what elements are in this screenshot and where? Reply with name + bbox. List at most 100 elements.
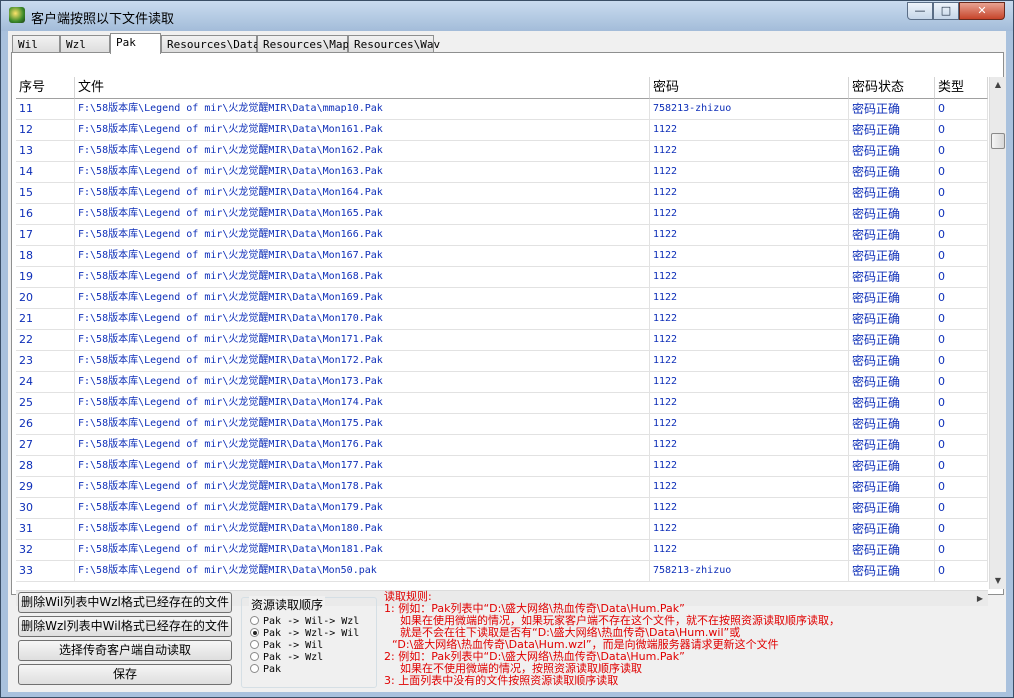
- cell-type: 0: [935, 351, 988, 372]
- cell-password-status: 密码正确: [849, 435, 935, 456]
- table-row[interactable]: 28 F:\58版本库\Legend of mir\火龙觉醒MIR\Data\Mo…: [16, 456, 988, 477]
- table-row[interactable]: 30 F:\58版本库\Legend of mir\火龙觉醒MIR\Data\Mo…: [16, 498, 988, 519]
- table-row[interactable]: 24 F:\58版本库\Legend of mir\火龙觉醒MIR\Data\Mo…: [16, 372, 988, 393]
- vertical-scrollbar[interactable]: ▲ ▼: [989, 77, 1006, 589]
- scroll-up-arrow-icon[interactable]: ▲: [990, 77, 1006, 93]
- cell-password: 758213-zhizuo: [650, 561, 849, 582]
- cell-index: 26: [16, 414, 75, 435]
- table-row[interactable]: 25 F:\58版本库\Legend of mir\火龙觉醒MIR\Data\Mo…: [16, 393, 988, 414]
- read-order-option-2[interactable]: Pak -> Wzl-> Wil: [250, 628, 359, 640]
- table-row[interactable]: 33 F:\58版本库\Legend of mir\火龙觉醒MIR\Data\Mo…: [16, 561, 988, 582]
- table-row[interactable]: 14 F:\58版本库\Legend of mir\火龙觉醒MIR\Data\Mo…: [16, 162, 988, 183]
- read-order-option-3[interactable]: Pak -> Wil: [250, 640, 323, 652]
- table-row[interactable]: 32 F:\58版本库\Legend of mir\火龙觉醒MIR\Data\Mo…: [16, 540, 988, 561]
- cell-file: F:\58版本库\Legend of mir\火龙觉醒MIR\Data\Mon1…: [75, 519, 650, 540]
- cell-file: F:\58版本库\Legend of mir\火龙觉醒MIR\Data\Mon1…: [75, 330, 650, 351]
- choose-client-button[interactable]: 选择传奇客户端自动读取: [18, 640, 232, 661]
- tab-resources-data[interactable]: Resources\Data: [161, 35, 260, 53]
- column-header-index[interactable]: 序号: [16, 77, 75, 99]
- table-row[interactable]: 12 F:\58版本库\Legend of mir\火龙觉醒MIR\Data\Mo…: [16, 120, 988, 141]
- cell-password: 1122: [650, 120, 849, 141]
- cell-file: F:\58版本库\Legend of mir\火龙觉醒MIR\Data\Mon1…: [75, 162, 650, 183]
- tab-resources-wav[interactable]: Resources\Wav: [348, 35, 440, 53]
- table-row[interactable]: 13 F:\58版本库\Legend of mir\火龙觉醒MIR\Data\Mo…: [16, 141, 988, 162]
- maximize-button[interactable]: □: [933, 2, 959, 20]
- cell-index: 11: [16, 99, 75, 120]
- table-row[interactable]: 21 F:\58版本库\Legend of mir\火龙觉醒MIR\Data\Mo…: [16, 309, 988, 330]
- table-row[interactable]: 17 F:\58版本库\Legend of mir\火龙觉醒MIR\Data\Mo…: [16, 225, 988, 246]
- cell-file: F:\58版本库\Legend of mir\火龙觉醒MIR\Data\Mon1…: [75, 267, 650, 288]
- cell-file: F:\58版本库\Legend of mir\火龙觉醒MIR\Data\Mon1…: [75, 309, 650, 330]
- cell-type: 0: [935, 372, 988, 393]
- cell-password-status: 密码正确: [849, 120, 935, 141]
- cell-type: 0: [935, 183, 988, 204]
- table-row[interactable]: 26 F:\58版本库\Legend of mir\火龙觉醒MIR\Data\Mo…: [16, 414, 988, 435]
- cell-password: 1122: [650, 435, 849, 456]
- tab-wzl[interactable]: Wzl: [60, 35, 110, 53]
- delete-wil-duplicates-button[interactable]: 删除Wil列表中Wzl格式已经存在的文件: [18, 592, 232, 613]
- table-row[interactable]: 20 F:\58版本库\Legend of mir\火龙觉醒MIR\Data\Mo…: [16, 288, 988, 309]
- cell-type: 0: [935, 288, 988, 309]
- radio-selected-icon: [250, 628, 259, 637]
- cell-password-status: 密码正确: [849, 204, 935, 225]
- close-button[interactable]: ✕: [959, 2, 1005, 20]
- cell-file: F:\58版本库\Legend of mir\火龙觉醒MIR\Data\Mon1…: [75, 246, 650, 267]
- table-row[interactable]: 22 F:\58版本库\Legend of mir\火龙觉醒MIR\Data\Mo…: [16, 330, 988, 351]
- column-header-password-status[interactable]: 密码状态: [849, 77, 935, 99]
- save-button[interactable]: 保存: [18, 664, 232, 685]
- delete-wzl-duplicates-button[interactable]: 删除Wzl列表中Wil格式已经存在的文件: [18, 616, 232, 637]
- cell-file: F:\58版本库\Legend of mir\火龙觉醒MIR\Data\mmap…: [75, 99, 650, 120]
- cell-index: 20: [16, 288, 75, 309]
- cell-type: 0: [935, 393, 988, 414]
- table-row[interactable]: 27 F:\58版本库\Legend of mir\火龙觉醒MIR\Data\Mo…: [16, 435, 988, 456]
- cell-password-status: 密码正确: [849, 99, 935, 120]
- column-header-file[interactable]: 文件: [75, 77, 650, 99]
- cell-password-status: 密码正确: [849, 267, 935, 288]
- cell-file: F:\58版本库\Legend of mir\火龙觉醒MIR\Data\Mon1…: [75, 351, 650, 372]
- cell-index: 30: [16, 498, 75, 519]
- scroll-right-arrow-icon[interactable]: ▶: [972, 591, 988, 607]
- cell-type: 0: [935, 204, 988, 225]
- read-order-option-1[interactable]: Pak -> Wil-> Wzl: [250, 616, 359, 628]
- read-order-option-4[interactable]: Pak -> Wzl: [250, 652, 323, 664]
- cell-password: 1122: [650, 162, 849, 183]
- tab-pak[interactable]: Pak: [110, 33, 161, 54]
- cell-index: 15: [16, 183, 75, 204]
- column-header-type[interactable]: 类型: [935, 77, 988, 99]
- app-icon: [9, 7, 25, 23]
- cell-password-status: 密码正确: [849, 330, 935, 351]
- read-order-option-5[interactable]: Pak: [250, 664, 281, 676]
- table-row[interactable]: 16 F:\58版本库\Legend of mir\火龙觉醒MIR\Data\Mo…: [16, 204, 988, 225]
- cell-password-status: 密码正确: [849, 477, 935, 498]
- cell-file: F:\58版本库\Legend of mir\火龙觉醒MIR\Data\Mon1…: [75, 141, 650, 162]
- table-row[interactable]: 31 F:\58版本库\Legend of mir\火龙觉醒MIR\Data\Mo…: [16, 519, 988, 540]
- file-table[interactable]: 序号 文件 密码 密码状态 类型 11 F:\58版本库\Legend of mi…: [16, 77, 988, 589]
- table-row[interactable]: 29 F:\58版本库\Legend of mir\火龙觉醒MIR\Data\Mo…: [16, 477, 988, 498]
- tab-panel: 序号 文件 密码 密码状态 类型 11 F:\58版本库\Legend of mi…: [11, 52, 1006, 606]
- cell-type: 0: [935, 414, 988, 435]
- cell-index: 17: [16, 225, 75, 246]
- table-row[interactable]: 19 F:\58版本库\Legend of mir\火龙觉醒MIR\Data\Mo…: [16, 267, 988, 288]
- title-bar[interactable]: 客户端按照以下文件读取 — □ ✕: [1, 1, 1013, 31]
- column-header-password[interactable]: 密码: [650, 77, 849, 99]
- cell-password: 1122: [650, 414, 849, 435]
- vertical-scroll-thumb[interactable]: [991, 133, 1005, 149]
- minimize-button[interactable]: —: [907, 2, 933, 20]
- tab-resources-map[interactable]: Resources\Map: [257, 35, 349, 53]
- cell-password-status: 密码正确: [849, 456, 935, 477]
- cell-index: 14: [16, 162, 75, 183]
- cell-type: 0: [935, 141, 988, 162]
- table-row[interactable]: 18 F:\58版本库\Legend of mir\火龙觉醒MIR\Data\Mo…: [16, 246, 988, 267]
- cell-password: 1122: [650, 309, 849, 330]
- cell-index: 12: [16, 120, 75, 141]
- table-row[interactable]: 23 F:\58版本库\Legend of mir\火龙觉醒MIR\Data\Mo…: [16, 351, 988, 372]
- cell-file: F:\58版本库\Legend of mir\火龙觉醒MIR\Data\Mon1…: [75, 414, 650, 435]
- table-row[interactable]: 15 F:\58版本库\Legend of mir\火龙觉醒MIR\Data\Mo…: [16, 183, 988, 204]
- table-row[interactable]: 11 F:\58版本库\Legend of mir\火龙觉醒MIR\Data\mm…: [16, 99, 988, 120]
- cell-index: 33: [16, 561, 75, 582]
- cell-password: 1122: [650, 393, 849, 414]
- tab-wil[interactable]: Wil: [12, 35, 60, 53]
- scroll-down-arrow-icon[interactable]: ▼: [990, 573, 1006, 589]
- cell-password: 1122: [650, 204, 849, 225]
- cell-password-status: 密码正确: [849, 414, 935, 435]
